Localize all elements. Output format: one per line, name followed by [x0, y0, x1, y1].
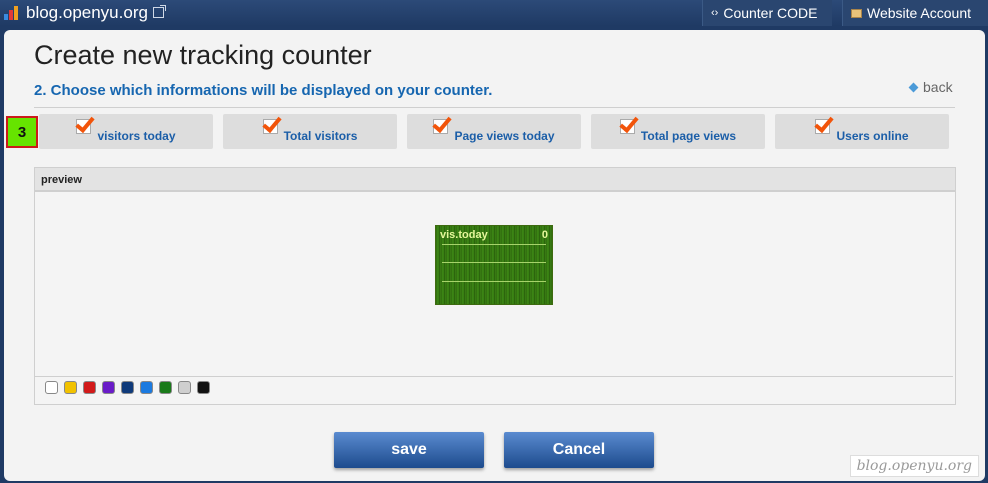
- preview-header: preview: [35, 168, 955, 192]
- counter-widget-preview: vis.today 0: [435, 225, 553, 305]
- back-arrow-icon: [908, 82, 919, 92]
- option-page-views-today[interactable]: Page views today: [407, 114, 581, 149]
- option-label: Page views today: [454, 128, 555, 143]
- option-label: Users online: [836, 128, 909, 143]
- preview-box: preview vis.today 0: [34, 167, 956, 405]
- widget-divider: [442, 244, 546, 245]
- option-visitors-today[interactable]: visitors today: [39, 114, 213, 149]
- stats-logo-icon: [4, 6, 20, 20]
- preview-area: vis.today 0: [35, 194, 953, 377]
- divider: [34, 107, 955, 108]
- step-badge: 3: [6, 116, 38, 148]
- checkbox-checked-icon[interactable]: [76, 119, 92, 134]
- checkbox-checked-icon[interactable]: [619, 119, 635, 134]
- color-swatch[interactable]: [102, 381, 115, 394]
- color-swatch[interactable]: [121, 381, 134, 394]
- option-total-visitors[interactable]: Total visitors: [223, 114, 397, 149]
- option-label: Total visitors: [283, 128, 358, 143]
- site-link[interactable]: blog.openyu.org: [4, 2, 166, 24]
- cancel-button[interactable]: Cancel: [504, 432, 654, 468]
- color-swatches: [45, 381, 216, 394]
- top-bar: blog.openyu.org ‹› Counter CODE Website …: [0, 0, 988, 26]
- widget-divider: [442, 262, 546, 263]
- widget-title: vis.today: [440, 229, 488, 241]
- option-total-page-views[interactable]: Total page views: [591, 114, 765, 149]
- page-title: Create new tracking counter: [34, 40, 372, 70]
- color-swatch[interactable]: [178, 381, 191, 394]
- external-link-icon: [152, 4, 166, 18]
- color-swatch[interactable]: [83, 381, 96, 394]
- step-instruction: 2. Choose which informations will be dis…: [34, 82, 493, 99]
- website-account-label: Website Account: [867, 5, 972, 21]
- checkbox-checked-icon[interactable]: [815, 119, 831, 134]
- folder-icon: [851, 8, 862, 18]
- color-swatch[interactable]: [45, 381, 58, 394]
- color-swatch[interactable]: [64, 381, 77, 394]
- option-label: Total page views: [640, 128, 737, 143]
- website-account-button[interactable]: Website Account: [842, 0, 988, 26]
- checkbox-checked-icon[interactable]: [262, 119, 278, 134]
- back-label: back: [923, 79, 953, 95]
- main-panel: Create new tracking counter 2. Choose wh…: [4, 30, 985, 481]
- counter-code-button[interactable]: ‹› Counter CODE: [702, 0, 832, 26]
- code-icon: ‹›: [711, 7, 719, 19]
- color-swatch[interactable]: [159, 381, 172, 394]
- option-users-online[interactable]: Users online: [775, 114, 949, 149]
- site-name: blog.openyu.org: [26, 3, 148, 22]
- widget-value: 0: [541, 229, 548, 241]
- option-label: visitors today: [97, 128, 176, 143]
- save-button[interactable]: save: [334, 432, 484, 468]
- color-swatch[interactable]: [197, 381, 210, 394]
- watermark: blog.openyu.org: [849, 455, 979, 477]
- counter-code-label: Counter CODE: [723, 5, 818, 21]
- checkbox-checked-icon[interactable]: [433, 119, 449, 134]
- widget-divider: [442, 281, 546, 282]
- back-link[interactable]: back: [908, 79, 953, 95]
- color-swatch[interactable]: [140, 381, 153, 394]
